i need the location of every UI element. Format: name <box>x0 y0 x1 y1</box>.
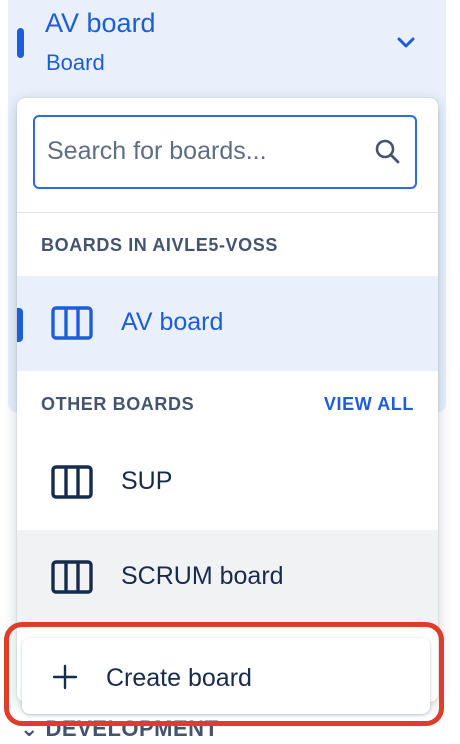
board-item-label: AV board <box>121 308 224 336</box>
board-item-label: SUP <box>121 467 173 495</box>
board-columns-icon <box>51 306 93 340</box>
create-board-button[interactable]: Create board <box>22 638 430 714</box>
board-item-av-board[interactable]: AV board <box>17 276 438 371</box>
board-columns-icon <box>51 560 93 594</box>
selected-indicator <box>17 308 23 342</box>
project-boards-header: BOARDS IN AIVLE5-VOSS <box>41 235 278 255</box>
view-all-link[interactable]: VIEW ALL <box>324 394 414 415</box>
plus-icon <box>52 664 78 690</box>
board-item-label: SCRUM board <box>121 562 284 590</box>
search-input[interactable] <box>47 129 357 173</box>
chevron-down-icon[interactable] <box>391 28 421 58</box>
board-columns-icon <box>51 465 93 499</box>
board-item-scrum-board[interactable]: SCRUM board <box>17 530 438 625</box>
other-boards-header: OTHER BOARDS <box>41 394 195 414</box>
board-item-sup[interactable]: SUP <box>17 435 438 530</box>
search-icon <box>375 139 400 164</box>
create-board-label: Create board <box>106 664 252 692</box>
current-board-subtitle: Board <box>46 50 105 75</box>
current-board-indicator <box>17 28 24 58</box>
current-board-title[interactable]: AV board <box>45 8 156 39</box>
board-dropdown: BOARDS IN AIVLE5-VOSS AV board OTHER BOA… <box>17 98 438 702</box>
search-field[interactable] <box>33 115 417 189</box>
search-area <box>17 98 438 213</box>
